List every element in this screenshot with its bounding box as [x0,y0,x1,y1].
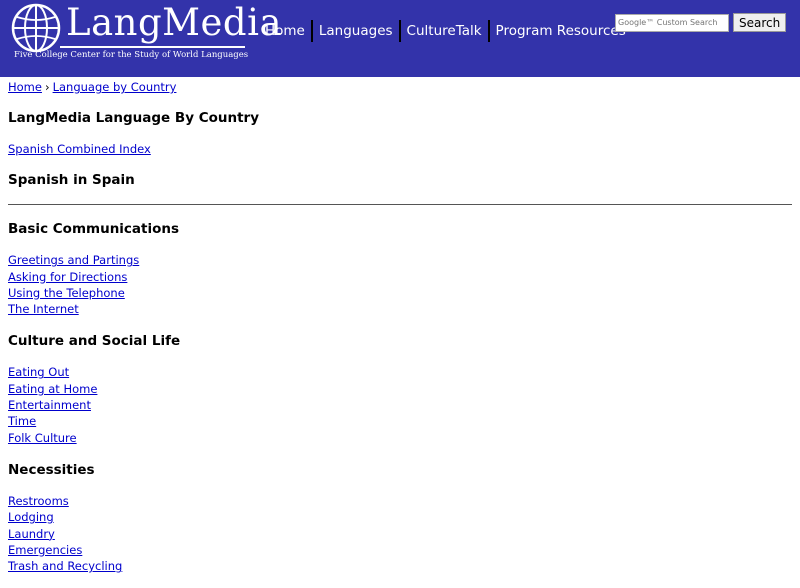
topic-link[interactable]: Folk Culture [8,430,792,446]
topic-link[interactable]: Asking for Directions [8,269,792,285]
section-basic-communications: Basic Communications Greetings and Parti… [8,221,792,317]
section-title: Basic Communications [8,221,180,238]
section-culture-and-social-life: Culture and Social Life Eating Out Eatin… [8,333,792,445]
topic-link[interactable]: Laundry [8,526,792,542]
globe-logo-icon [11,3,61,53]
site-header: LangMedia Five College Center for the St… [0,0,800,77]
topic-link[interactable]: Eating at Home [8,381,792,397]
region-title: Spanish in Spain [8,172,135,189]
topic-link[interactable]: Eating Out [8,364,792,380]
nav-home[interactable]: Home [259,20,311,42]
section-title: Culture and Social Life [8,333,181,350]
spanish-combined-index-link[interactable]: Spanish Combined Index [8,141,792,157]
top-navigation: Home Languages CultureTalk Program Resou… [259,20,632,42]
topic-link[interactable]: Time [8,413,792,429]
search-button[interactable]: Search [733,13,787,32]
topic-link[interactable]: Using the Telephone [8,285,792,301]
section-title: Necessities [8,461,95,478]
breadcrumb: Home › Language by Country [8,79,792,95]
breadcrumb-language-by-country[interactable]: Language by Country [53,80,177,94]
nav-program-resources[interactable]: Program Resources [490,20,632,42]
nav-culturetalk[interactable]: CultureTalk [401,20,488,42]
section-divider [8,204,792,206]
topic-link[interactable]: Restrooms [8,493,792,509]
topic-link[interactable]: Greetings and Partings [8,252,792,268]
search-box: Search [615,13,787,32]
section-necessities: Necessities Restrooms Lodging Laundry Em… [8,462,792,574]
logo-divider [60,46,245,48]
topic-link[interactable]: Trash and Recycling [8,558,792,574]
breadcrumb-home[interactable]: Home [8,80,42,94]
topic-link[interactable]: Entertainment [8,397,792,413]
breadcrumb-separator: › [44,80,50,94]
topic-link[interactable]: The Internet [8,301,792,317]
nav-languages[interactable]: Languages [313,20,399,42]
page-title: LangMedia Language By Country [8,110,260,126]
main-content: Home › Language by Country LangMedia Langu… [0,79,800,574]
logo-text[interactable]: LangMedia [66,0,282,46]
topic-link[interactable]: Emergencies [8,542,792,558]
topic-link[interactable]: Lodging [8,509,792,525]
logo-tagline: Five College Center for the Study of Wor… [14,50,249,60]
search-input[interactable] [615,13,729,32]
